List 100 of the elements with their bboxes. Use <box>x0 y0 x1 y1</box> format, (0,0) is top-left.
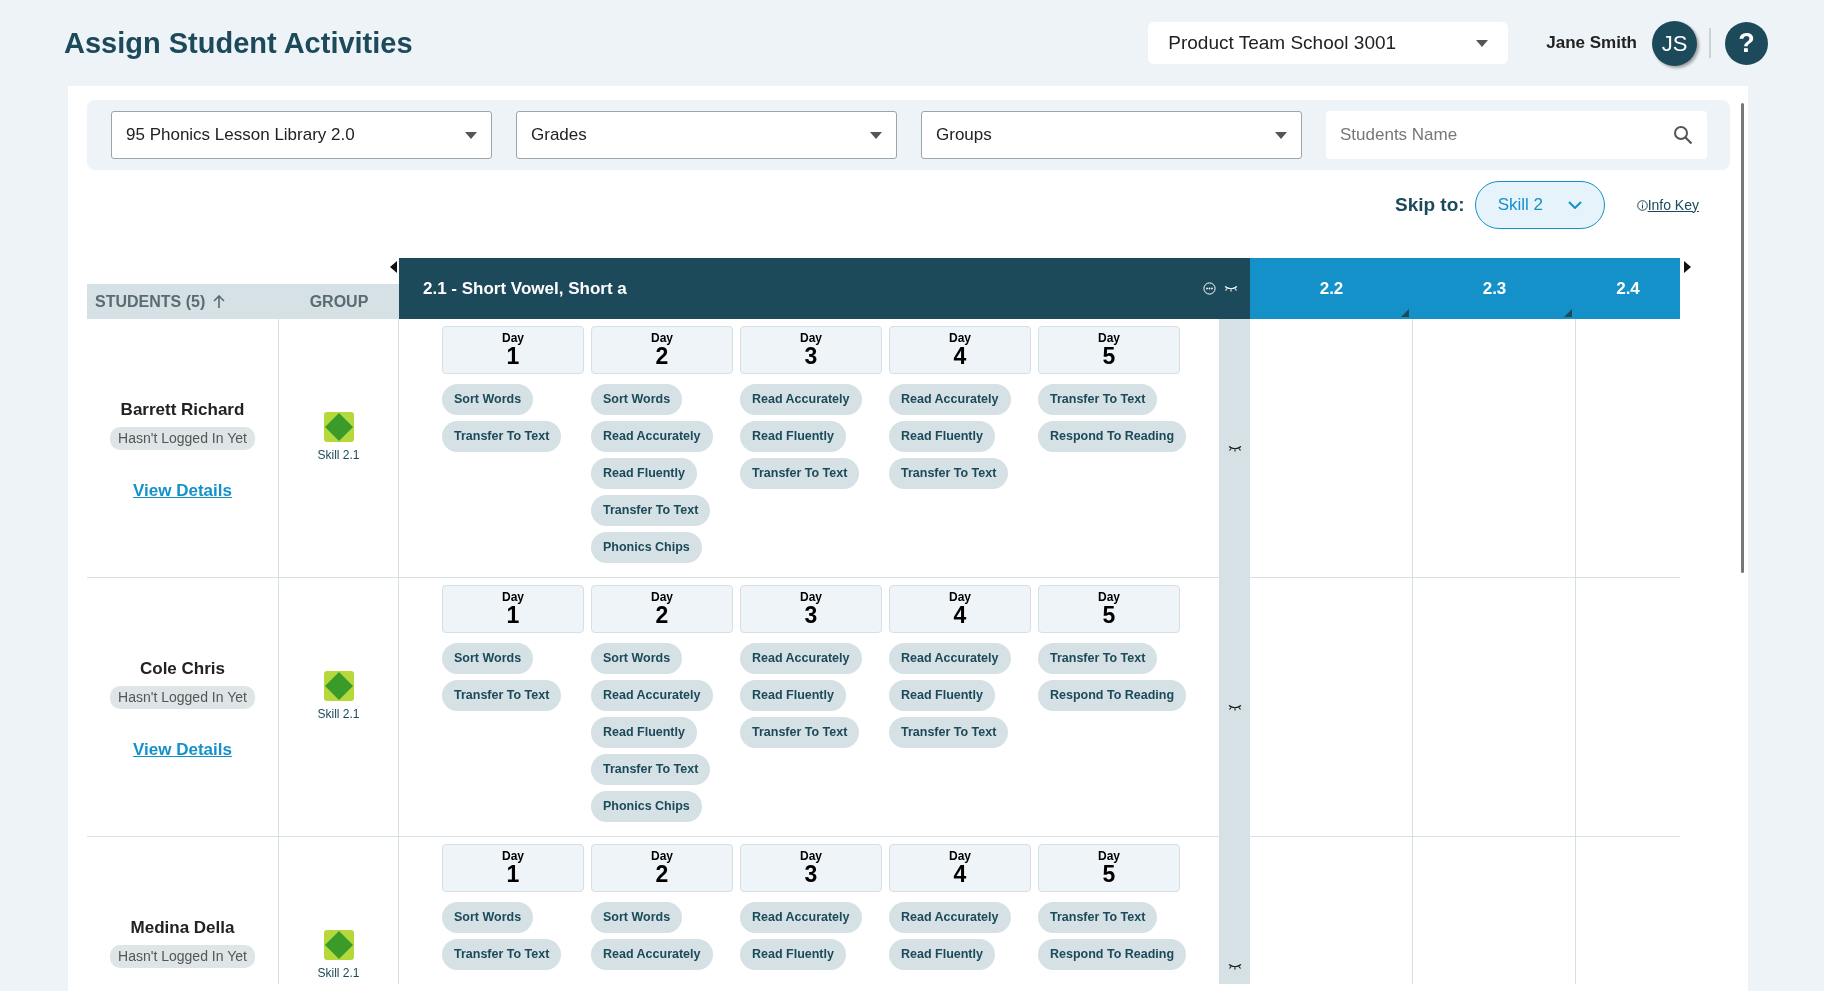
group-label: Skill 2.1 <box>317 447 360 464</box>
student-name: Medina Della <box>130 917 235 939</box>
skill-badge-icon <box>323 671 354 701</box>
day-header[interactable]: Day 4 <box>889 326 1031 374</box>
day-header[interactable]: Day 2 <box>591 844 733 892</box>
activity-chip[interactable]: Transfer To Text <box>1038 643 1158 674</box>
caret-icon <box>465 131 477 139</box>
day-header[interactable]: Day 1 <box>442 326 584 374</box>
day-header[interactable]: Day 4 <box>889 585 1031 633</box>
activity-chip[interactable]: Sort Words <box>591 384 683 415</box>
activity-chip[interactable]: Phonics Chips <box>591 791 702 822</box>
column-header[interactable]: GROUP <box>279 284 399 319</box>
day-header[interactable]: Day 5 <box>1038 326 1180 374</box>
skill-badge-icon <box>323 412 354 442</box>
day-header[interactable]: Day 1 <box>442 844 584 892</box>
activity-chip[interactable]: Respond To Reading <box>1038 421 1187 452</box>
activity-chip[interactable]: Read Fluently <box>889 939 995 970</box>
activity-chip[interactable]: Transfer To Text <box>442 939 562 970</box>
closed-eye-icon <box>1224 285 1238 292</box>
activity-chip[interactable]: Respond To Reading <box>1038 680 1187 711</box>
search-icon <box>1673 125 1693 145</box>
skip-to-label: Skip to: <box>1394 192 1465 217</box>
day-header[interactable]: Day 4 <box>889 844 1031 892</box>
column-header[interactable]: STUDENTS (5) <box>87 284 279 319</box>
activity-chip[interactable]: Read Fluently <box>591 717 697 748</box>
activity-chip[interactable]: Read Fluently <box>591 458 697 489</box>
day-header[interactable]: Day 1 <box>442 585 584 633</box>
view-details-link[interactable]: View Details <box>133 736 232 762</box>
activity-chip[interactable]: Read Fluently <box>740 421 846 452</box>
skill-header[interactable]: 2.1 - Short Vowel, Short a <box>399 258 1250 319</box>
user-avatar[interactable]: JS <box>1652 20 1697 66</box>
scroll-left-icon[interactable] <box>390 261 397 273</box>
day-header[interactable]: Day 3 <box>740 585 882 633</box>
activity-chip[interactable]: Read Fluently <box>740 939 846 970</box>
day-header[interactable]: Day 2 <box>591 585 733 633</box>
info-icon <box>1636 199 1648 211</box>
day-header[interactable]: Day 3 <box>740 326 882 374</box>
activity-chip[interactable]: Sort Words <box>591 643 683 674</box>
day-header[interactable]: Day 2 <box>591 326 733 374</box>
filter-dropdown[interactable]: Grades <box>516 111 897 159</box>
activity-chip[interactable]: Read Fluently <box>889 680 995 711</box>
day-header[interactable]: Day 5 <box>1038 585 1180 633</box>
activity-chip[interactable]: Sort Words <box>442 643 534 674</box>
scroll-right-icon[interactable] <box>1684 261 1691 273</box>
skill-header[interactable]: 2.2 <box>1250 258 1413 319</box>
activity-chip[interactable]: Sort Words <box>442 384 534 415</box>
school-dropdown[interactable]: Product Team School 3001 <box>1148 22 1509 64</box>
user-name: Jane Smith <box>1546 32 1637 55</box>
activity-chip[interactable]: Read Accurately <box>889 384 1011 415</box>
login-status: Hasn't Logged In Yet <box>110 685 255 709</box>
info-key-link[interactable]: Info Key <box>1636 194 1699 216</box>
activity-chip[interactable]: Read Accurately <box>740 643 862 674</box>
activity-chip[interactable]: Transfer To Text <box>442 421 562 452</box>
caret-icon <box>1275 131 1287 139</box>
activity-chip[interactable]: Sort Words <box>442 902 534 933</box>
activity-chip[interactable]: Read Fluently <box>740 680 846 711</box>
activity-chip[interactable]: Read Accurately <box>591 421 713 452</box>
student-name: Barrett Richard <box>120 399 245 421</box>
day-header[interactable]: Day 5 <box>1038 844 1180 892</box>
closed-eye-icon[interactable] <box>1228 963 1242 970</box>
scrollbar[interactable] <box>1741 103 1744 573</box>
activity-chip[interactable]: Sort Words <box>591 902 683 933</box>
student-name: Cole Chris <box>140 658 225 680</box>
group-label: Skill 2.1 <box>317 965 360 982</box>
chevron-down-icon <box>1567 201 1582 209</box>
activity-chip[interactable]: Transfer To Text <box>1038 902 1158 933</box>
activity-chip[interactable]: Read Accurately <box>889 643 1011 674</box>
login-status: Hasn't Logged In Yet <box>110 426 255 450</box>
activity-chip[interactable]: Transfer To Text <box>591 495 711 526</box>
skill-header[interactable]: 2.4 <box>1576 258 1680 319</box>
activity-chip[interactable]: Read Accurately <box>740 384 862 415</box>
activity-chip[interactable]: Transfer To Text <box>740 458 860 489</box>
activity-chip[interactable]: Read Accurately <box>591 939 713 970</box>
activity-chip[interactable]: Respond To Reading <box>1038 939 1187 970</box>
more-options-icon <box>1203 282 1216 295</box>
help-button[interactable]: ? <box>1725 21 1768 65</box>
filter-dropdown[interactable]: 95 Phonics Lesson Library 2.0 <box>111 111 492 159</box>
activity-chip[interactable]: Transfer To Text <box>1038 384 1158 415</box>
skill-header[interactable]: 2.3 <box>1413 258 1576 319</box>
activity-chip[interactable]: Read Accurately <box>591 680 713 711</box>
view-details-link[interactable]: View Details <box>133 477 232 503</box>
closed-eye-icon[interactable] <box>1228 445 1242 452</box>
activity-chip[interactable]: Transfer To Text <box>442 680 562 711</box>
caret-icon <box>1476 39 1489 47</box>
filter-dropdown[interactable]: Groups <box>921 111 1302 159</box>
day-header[interactable]: Day 3 <box>740 844 882 892</box>
activity-chip[interactable]: Transfer To Text <box>740 717 860 748</box>
activity-chip[interactable]: Transfer To Text <box>889 458 1009 489</box>
caret-icon <box>870 131 882 139</box>
skill-badge-icon <box>323 930 354 960</box>
activity-chip[interactable]: Phonics Chips <box>591 532 702 563</box>
activity-chip[interactable]: Read Fluently <box>889 421 995 452</box>
closed-eye-icon[interactable] <box>1228 704 1242 711</box>
search-field[interactable]: Students Name <box>1326 111 1707 159</box>
activity-chip[interactable]: Read Accurately <box>889 902 1011 933</box>
login-status: Hasn't Logged In Yet <box>110 944 255 968</box>
activity-chip[interactable]: Transfer To Text <box>889 717 1009 748</box>
activity-chip[interactable]: Transfer To Text <box>591 754 711 785</box>
page-title: Assign Student Activities <box>64 25 413 61</box>
activity-chip[interactable]: Read Accurately <box>740 902 862 933</box>
